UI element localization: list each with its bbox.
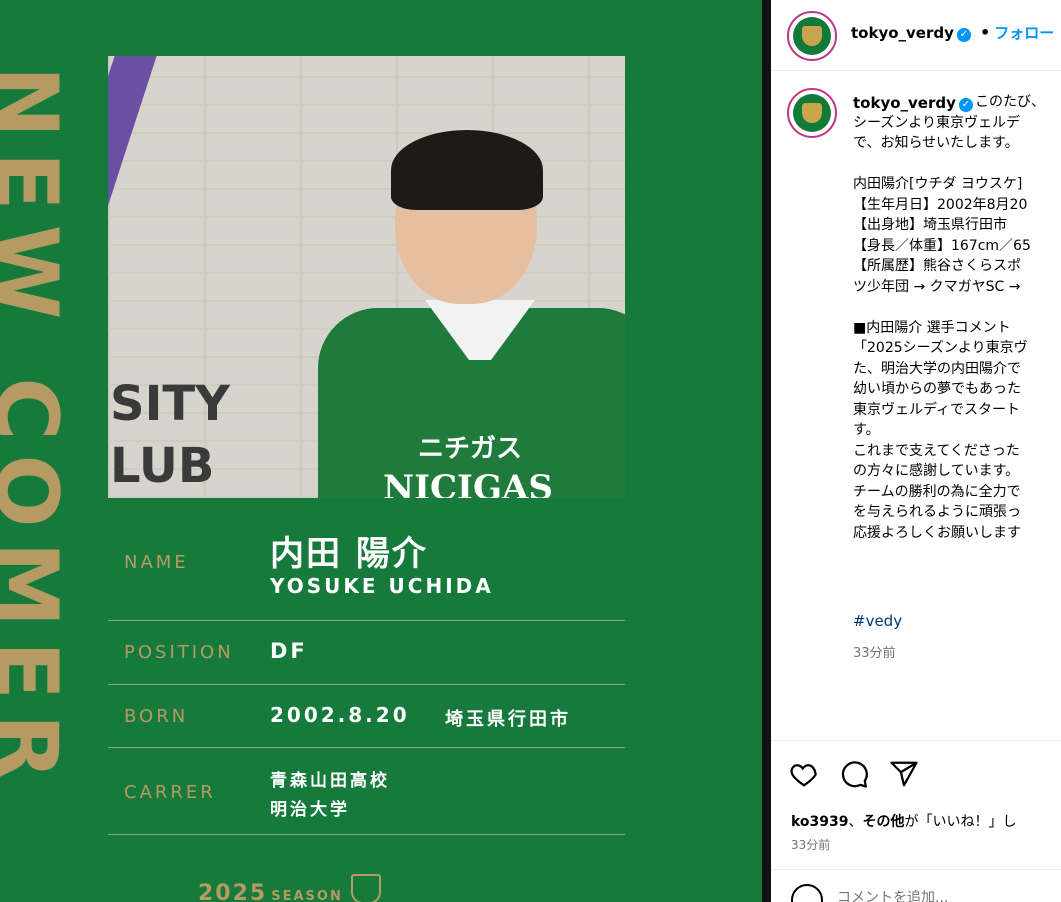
comment-input-row: コメントを追加... xyxy=(771,869,1061,902)
comment-icon[interactable] xyxy=(839,759,869,789)
newcomer-banner: NEW COMER xyxy=(0,65,76,795)
born-label: BORN xyxy=(124,706,189,727)
emoji-icon[interactable] xyxy=(791,884,823,902)
follow-button[interactable]: フォロー xyxy=(994,24,1054,42)
season-year: 2025 xyxy=(198,881,268,902)
post-header: tokyo_verdy ✓ • フォロー xyxy=(771,0,1061,71)
hashtag-link[interactable]: #vedy xyxy=(853,612,902,630)
profile-row-position: POSITION DF xyxy=(108,621,625,685)
player-profile: NAME 内田 陽介 YOSUKE UCHIDA POSITION DF BOR… xyxy=(108,510,625,835)
share-icon[interactable] xyxy=(889,759,919,789)
profile-row-career: CARRER 青森山田高校 明治大学 xyxy=(108,748,625,835)
career-line-2: 明治大学 xyxy=(270,800,350,820)
season-mark: 2025 SEASON xyxy=(198,874,381,902)
jersey-sponsor-jp: ニチガス xyxy=(418,434,523,464)
caption-timestamp: 33分前 xyxy=(853,646,896,661)
player-photo: SITY LUB ニチガス NICIGAS xyxy=(108,56,625,498)
liker-username[interactable]: ko3939 xyxy=(791,814,849,830)
header-user: tokyo_verdy ✓ • フォロー xyxy=(851,22,1054,43)
player-hair xyxy=(391,130,543,210)
avatar[interactable] xyxy=(787,11,837,61)
post-image[interactable]: NEW COMER SITY LUB ニチガス NICIGAS NAME 内田 … xyxy=(0,0,762,902)
post-side-panel: tokyo_verdy ✓ • フォロー tokyo_verdy ✓ このたび、 シー… xyxy=(771,0,1061,902)
position-label: POSITION xyxy=(124,642,234,663)
wall-sign-bottom: LUB xyxy=(110,438,215,494)
career-line-1: 青森山田高校 xyxy=(270,771,390,791)
verified-badge-icon: ✓ xyxy=(956,28,971,42)
header-username[interactable]: tokyo_verdy xyxy=(851,24,954,42)
jersey-sponsor: NICIGAS xyxy=(383,468,553,498)
player-name-jp: 内田 陽介 xyxy=(270,534,428,574)
born-place: 埼玉県行田市 xyxy=(445,709,571,730)
club-crest-icon xyxy=(350,874,381,902)
heart-icon[interactable] xyxy=(789,759,819,789)
purple-ribbon xyxy=(108,56,163,257)
post-timestamp: 33分前 xyxy=(791,838,831,852)
likes-summary: ko3939、その他が「いいね！」し xyxy=(791,814,1017,830)
action-bar: ko3939、その他が「いいね！」し 33分前 コメントを追加... xyxy=(771,740,1061,902)
position-value: DF xyxy=(270,639,308,663)
wall-sign-top: SITY xyxy=(110,376,230,432)
header-separator: • xyxy=(980,23,991,42)
name-label: NAME xyxy=(124,552,189,573)
career-label: CARRER xyxy=(124,782,216,803)
profile-row-born: BORN 2002.8.20 埼玉県行田市 xyxy=(108,685,625,748)
caption-text: このたび、 シーズンより東京ヴェルデ で、お知らせいたします。 内田陽介[ウチダ… xyxy=(853,94,1045,541)
comment-input[interactable]: コメントを追加... xyxy=(837,887,948,902)
profile-row-name: NAME 内田 陽介 YOSUKE UCHIDA xyxy=(108,510,625,621)
caption-avatar[interactable] xyxy=(787,88,837,138)
player-name-en: YOSUKE UCHIDA xyxy=(270,574,494,598)
panel-divider xyxy=(762,0,771,902)
season-label: SEASON xyxy=(271,889,343,902)
likes-others[interactable]: その他 xyxy=(863,814,905,830)
born-date: 2002.8.20 xyxy=(270,703,410,727)
